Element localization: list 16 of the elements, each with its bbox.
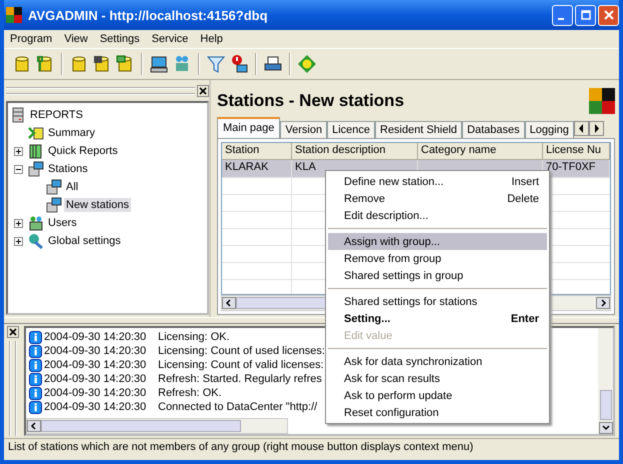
log-message: Connected to DataCenter "http://: [158, 401, 318, 413]
log-time: 2004-09-30 14:20:30: [44, 331, 148, 343]
page-title: Stations - New stations: [217, 91, 404, 111]
table-cell: KLARAK: [222, 160, 292, 178]
log-message: Licensing: Count of used licenses:: [158, 345, 325, 357]
log-message: Refresh: OK.: [158, 387, 222, 399]
log-time: 2004-09-30 14:20:30: [44, 359, 148, 371]
log-time: 2004-09-30 14:20:30: [44, 373, 148, 385]
log-time: 2004-09-30 14:20:30: [44, 387, 148, 399]
log-time: 2004-09-30 14:20:30: [44, 345, 148, 357]
log-message: Licensing: OK.: [158, 331, 230, 343]
status-bar: List of stations which are not members of any group (right mouse button displays context menu): [4, 438, 619, 458]
log-message: Refresh: Started. Regularly refres: [158, 373, 322, 385]
log-time: 2004-09-30 14:20:30: [44, 401, 148, 413]
window-title: AVGADMIN - http://localhost:4156?dbq: [28, 8, 269, 22]
log-message: Licensing: Count of valid licenses:: [158, 359, 324, 371]
